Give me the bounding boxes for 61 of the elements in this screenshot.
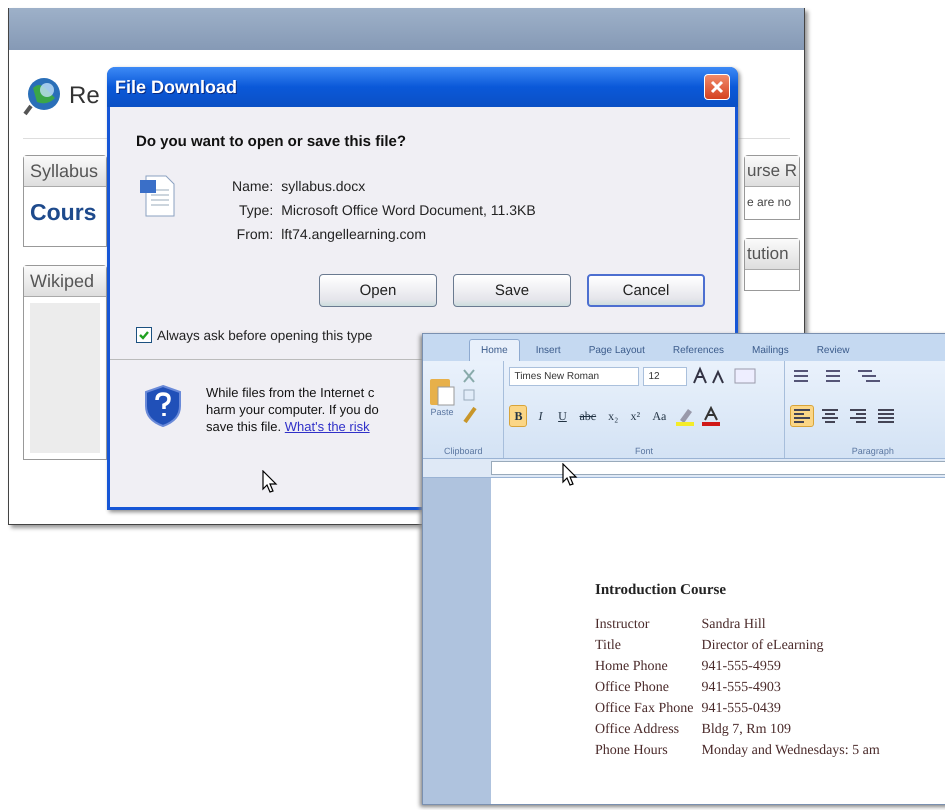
align-left-button[interactable]	[790, 405, 814, 427]
field-label: Type:	[238, 202, 274, 218]
dialog-button[interactable]: Save	[453, 274, 571, 307]
group-label: Paragraph	[850, 446, 895, 456]
ribbon-tab[interactable]: Home	[469, 339, 520, 361]
warning-text: While files from the Internet c harm your computer. If you do save this file. What's the risk	[206, 384, 380, 435]
document-value: 941-555-4903	[702, 680, 782, 697]
field-value: lft74.angellearning.com	[281, 226, 427, 242]
panel-text: Cours	[29, 198, 98, 227]
document-label: Office Fax Phone	[595, 701, 702, 722]
dialog-question: Do you want to open or save this file?	[135, 132, 408, 150]
security-shield-icon	[144, 384, 182, 428]
panel-header: urse R	[745, 156, 799, 187]
mouse-pointer-icon	[262, 470, 278, 494]
font-name-field[interactable]: Times New Roman	[509, 366, 640, 386]
panel-header: Wikiped	[24, 266, 106, 297]
checkbox-label: Always ask before opening this type	[157, 328, 372, 342]
field-value: Microsoft Office Word Document, 11.3KB	[281, 202, 536, 218]
ribbon-tab[interactable]: Review	[804, 339, 862, 361]
dialog-button[interactable]: Open	[319, 274, 437, 307]
panel-header: tution	[745, 239, 799, 270]
group-label: Clipboard	[442, 446, 484, 456]
field-label: From:	[236, 226, 274, 242]
checkbox[interactable]	[136, 327, 152, 343]
format-button[interactable]: Aa	[648, 405, 670, 427]
format-button[interactable]: I	[531, 405, 550, 427]
document-value: Bldg 7, Rm 109	[702, 722, 792, 739]
document-value: Monday and Wednesdays: 5 am	[702, 743, 881, 760]
field-value: syllabus.docx	[281, 178, 366, 194]
field-label: Name:	[232, 178, 274, 194]
dialog-button[interactable]: Cancel	[587, 274, 705, 307]
format-button[interactable]: B	[509, 405, 528, 427]
document-label: Office Address	[595, 722, 702, 743]
panel-text: e are no	[746, 194, 792, 211]
dialog-title: File Download	[115, 76, 238, 98]
page-title: Re	[69, 82, 100, 110]
document-label: Instructor	[595, 617, 650, 634]
ribbon-tab[interactable]: Page Layout	[576, 339, 657, 361]
group-label: Font	[634, 446, 654, 456]
document-value: 941-555-4959	[702, 659, 782, 676]
ribbon-tab[interactable]: References	[660, 339, 736, 361]
document-heading: Introduction Course	[595, 582, 727, 599]
panel-header: Syllabus	[24, 156, 106, 187]
document-value: Director of eLearning	[702, 638, 825, 655]
globe-search-icon	[23, 76, 63, 116]
font-size-field[interactable]: 12	[643, 366, 688, 386]
format-button[interactable]: x₂	[604, 405, 622, 427]
document-value: 941-555-0439	[702, 701, 782, 718]
ribbon-tab[interactable]: Mailings	[740, 339, 801, 361]
document-label: Home Phone	[595, 659, 702, 680]
document-value: Sandra Hill	[702, 617, 767, 634]
format-button[interactable]: x²	[626, 405, 644, 427]
font-color-icon[interactable]	[700, 406, 722, 426]
paste-label: Paste	[430, 407, 454, 417]
format-button[interactable]: U	[553, 405, 572, 427]
document-label: Phone Hours	[595, 743, 702, 764]
document-label: Title	[595, 638, 702, 659]
risk-link[interactable]: What's the risk	[284, 419, 370, 434]
document-label: Office Phone	[595, 680, 702, 701]
ribbon-tab[interactable]: Insert	[524, 339, 573, 361]
format-button[interactable]: abc	[575, 405, 600, 427]
